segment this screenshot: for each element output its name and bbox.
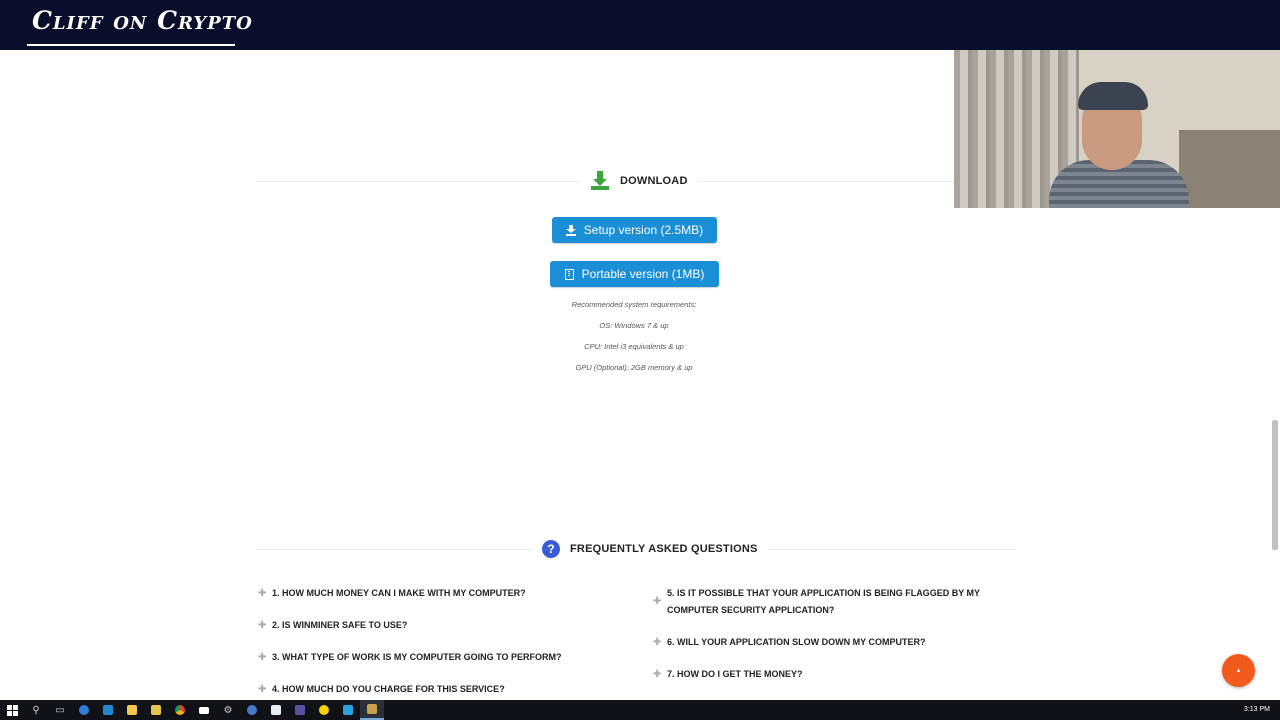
requirements-cpu: CPU: Intel i3 equivalents & up <box>584 342 684 351</box>
channel-banner: Cliff on Crypto <box>0 0 1280 50</box>
faq-question: 1. HOW MUCH MONEY CAN I MAKE WITH MY COM… <box>272 588 526 598</box>
portable-version-label: Portable version (1MB) <box>581 267 705 281</box>
faq-item-3[interactable]: ✚ 3. WHAT TYPE OF WORK IS MY COMPUTER GO… <box>258 649 618 666</box>
requirements-title: Recommended system requirements: <box>571 300 697 309</box>
faq-item-2[interactable]: ✚ 2. IS WINMINER SAFE TO USE? <box>258 617 618 634</box>
webcam-person-cap <box>1078 82 1148 110</box>
download-heading: DOWNLOAD <box>580 168 698 194</box>
faq-question: 3. WHAT TYPE OF WORK IS MY COMPUTER GOIN… <box>272 652 562 662</box>
page-scrollbar[interactable] <box>1270 210 1280 700</box>
plus-icon: ✚ <box>258 684 267 695</box>
banner-underline <box>27 44 235 46</box>
webcam-shelf <box>1179 130 1280 208</box>
question-icon: ? <box>542 540 560 558</box>
mail-icon[interactable] <box>192 700 216 720</box>
file-explorer-icon[interactable] <box>120 700 144 720</box>
requirements-os: OS: Windows 7 & up <box>599 321 669 330</box>
channel-title: Cliff on Crypto <box>32 6 253 35</box>
faq-item-6[interactable]: ✚ 6. WILL YOUR APPLICATION SLOW DOWN MY … <box>653 634 998 651</box>
setup-version-button[interactable]: Setup version (2.5MB) <box>552 217 717 243</box>
miner-icon[interactable] <box>360 700 384 720</box>
scroll-to-top-button[interactable]: ▲ <box>1222 654 1255 687</box>
windows-taskbar: ⚲ ▭ ⚙ 3:13 PM <box>0 700 1280 720</box>
setup-version-label: Setup version (2.5MB) <box>583 223 704 237</box>
faq-question: 7. HOW DO I GET THE MONEY? <box>667 669 803 679</box>
faq-question: 4. HOW MUCH DO YOU CHARGE FOR THIS SERVI… <box>272 684 505 694</box>
taskbar-clock[interactable]: 3:13 PM <box>1244 700 1270 720</box>
plus-icon: ✚ <box>653 669 662 680</box>
scrollbar-thumb[interactable] <box>1272 420 1278 550</box>
start-icon[interactable] <box>0 700 24 720</box>
webcam-overlay <box>954 50 1280 208</box>
download-icon <box>590 171 610 191</box>
chrome-icon[interactable] <box>168 700 192 720</box>
zip-file-icon <box>564 268 574 280</box>
task-view-icon[interactable]: ▭ <box>48 700 72 720</box>
requirements-gpu: GPU (Optional): 2GB memory & up <box>575 363 693 372</box>
faq-item-5[interactable]: ✚ 5. IS IT POSSIBLE THAT YOUR APPLICATIO… <box>653 585 998 619</box>
faq-heading-label: FREQUENTLY ASKED QUESTIONS <box>570 543 758 555</box>
plus-icon: ✚ <box>653 596 662 607</box>
portable-version-button[interactable]: Portable version (1MB) <box>550 261 719 287</box>
download-heading-label: DOWNLOAD <box>620 175 688 187</box>
search-icon[interactable]: ⚲ <box>24 700 48 720</box>
shopping-bag-icon[interactable] <box>144 700 168 720</box>
faq-heading: ? FREQUENTLY ASKED QUESTIONS <box>532 537 768 561</box>
plus-icon: ✚ <box>258 588 267 599</box>
plus-icon: ✚ <box>653 637 662 648</box>
download-icon <box>565 224 576 236</box>
faq-question: 5. IS IT POSSIBLE THAT YOUR APPLICATION … <box>667 588 980 615</box>
faq-item-4[interactable]: ✚ 4. HOW MUCH DO YOU CHARGE FOR THIS SER… <box>258 681 618 698</box>
plus-icon: ✚ <box>258 652 267 663</box>
faq-item-7[interactable]: ✚ 7. HOW DO I GET THE MONEY? <box>653 666 998 683</box>
norton-icon[interactable] <box>312 700 336 720</box>
faq-question: 6. WILL YOUR APPLICATION SLOW DOWN MY CO… <box>667 637 926 647</box>
plus-icon: ✚ <box>258 620 267 631</box>
faq-item-1[interactable]: ✚ 1. HOW MUCH MONEY CAN I MAKE WITH MY C… <box>258 585 618 602</box>
arrow-up-icon: ▲ <box>1235 667 1242 674</box>
network-icon[interactable] <box>240 700 264 720</box>
edge-icon[interactable] <box>72 700 96 720</box>
app-icon[interactable] <box>288 700 312 720</box>
app-blue-icon[interactable] <box>336 700 360 720</box>
settings-icon[interactable]: ⚙ <box>216 700 240 720</box>
store-icon[interactable] <box>96 700 120 720</box>
faq-question: 2. IS WINMINER SAFE TO USE? <box>272 620 408 630</box>
notepad-icon[interactable] <box>264 700 288 720</box>
